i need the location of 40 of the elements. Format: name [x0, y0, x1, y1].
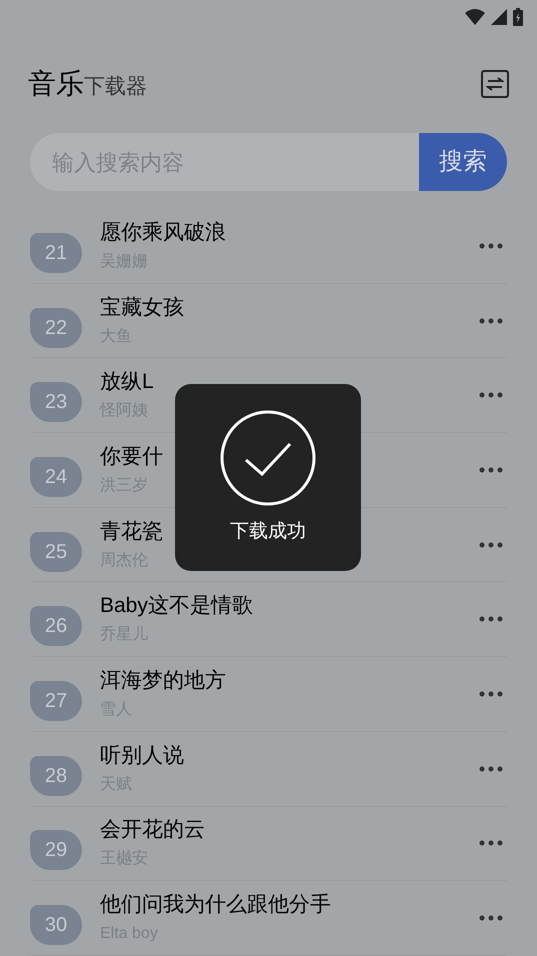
song-title: 愿你乘风破浪 — [100, 220, 226, 246]
swap-button[interactable] — [481, 70, 509, 98]
swap-icon — [486, 77, 504, 91]
number-badge: 28 — [30, 756, 82, 796]
song-title: 宝藏女孩 — [100, 294, 184, 321]
number-badge: 26 — [30, 606, 82, 646]
number-badge: 21 — [30, 232, 82, 273]
check-circle-icon — [220, 410, 316, 506]
search-button[interactable]: 搜索 — [419, 133, 507, 191]
more-icon[interactable] — [479, 542, 503, 548]
number-badge: 25 — [30, 532, 82, 572]
song-title: 洱海梦的地方 — [100, 668, 226, 694]
more-icon[interactable] — [479, 242, 503, 249]
app-subtitle: 下载器 — [84, 74, 147, 100]
wifi-icon — [465, 9, 485, 25]
more-icon[interactable] — [479, 840, 503, 846]
more-icon[interactable] — [479, 690, 503, 697]
more-icon[interactable] — [479, 466, 503, 473]
app-title: 音乐 — [28, 67, 84, 101]
signal-icon — [491, 9, 507, 25]
number-badge: 22 — [30, 308, 82, 348]
number-badge: 23 — [30, 382, 82, 422]
more-icon[interactable] — [479, 318, 503, 324]
more-icon[interactable] — [479, 915, 503, 922]
number-badge: 27 — [30, 680, 82, 721]
song-title: 会开花的云 — [100, 817, 205, 844]
song-title: 他们问我为什么跟他分手 — [100, 892, 331, 918]
more-icon[interactable] — [479, 616, 503, 622]
song-title: 青花瓷 — [100, 518, 163, 545]
more-icon[interactable] — [479, 766, 503, 772]
number-badge: 24 — [30, 456, 82, 497]
battery-icon — [513, 8, 523, 26]
toast-text: 下载成功 — [230, 520, 306, 544]
more-icon[interactable] — [479, 392, 503, 398]
song-title: 你要什 — [100, 444, 163, 470]
number-badge: 29 — [30, 830, 82, 870]
song-title: 听别人说 — [100, 742, 184, 769]
song-title: Baby这不是情歌 — [100, 593, 253, 620]
song-title: 放纵L — [100, 369, 154, 396]
number-badge: 30 — [30, 905, 82, 946]
